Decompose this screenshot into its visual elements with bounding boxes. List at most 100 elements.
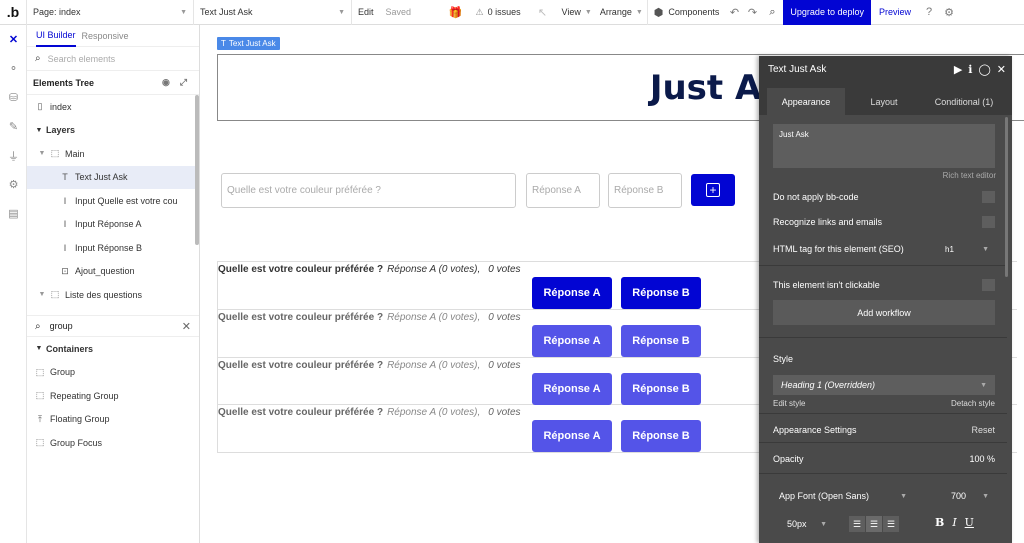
filter-value: group (49, 321, 73, 331)
property-editor-header[interactable]: Text Just Ask ▶ ℹ ◯ ✕ (759, 56, 1012, 83)
tree-item-text-just-ask[interactable]: T Text Just Ask (27, 165, 199, 189)
underline-icon[interactable]: U (965, 516, 974, 529)
upgrade-deploy-button[interactable]: Upgrade to deploy (783, 0, 871, 25)
align-left-icon[interactable]: ☰ (849, 516, 865, 532)
help-icon[interactable]: ? (919, 0, 939, 25)
view-menu[interactable]: View ▼ (558, 0, 596, 25)
bubble-logo[interactable]: .b (0, 0, 27, 25)
style-label: Style (773, 354, 794, 364)
rich-text-editor-link[interactable]: Rich text editor (943, 171, 996, 180)
info-icon[interactable]: ℹ (968, 63, 972, 76)
container-filter[interactable]: ⌕ group ✕ (27, 315, 199, 337)
close-icon[interactable]: ✕ (182, 320, 191, 333)
add-workflow-button[interactable]: Add workflow (773, 300, 995, 325)
plugins-icon[interactable]: ⏚ (0, 141, 27, 170)
vote-a-button[interactable]: Réponse A (532, 372, 612, 405)
components-label: Components (668, 7, 720, 17)
font-family-select[interactable]: App Font (Open Sans) ▼ (773, 486, 913, 506)
align-center-icon[interactable]: ☰ (866, 516, 882, 532)
issues-indicator[interactable]: ⚠ 0 issues (470, 0, 528, 25)
tree-item-input-answer-b[interactable]: I Input Réponse B (27, 236, 199, 260)
opacity-value[interactable]: 100 % (969, 454, 995, 464)
containers-header[interactable]: ▼ Containers (27, 337, 199, 361)
text-content-field[interactable]: Just Ask (773, 124, 995, 168)
tree-item-main[interactable]: ▼ ⬚ Main (27, 142, 199, 166)
arrange-menu[interactable]: Arrange ▼ (596, 0, 647, 25)
reset-link[interactable]: Reset (971, 425, 995, 435)
not-clickable-checkbox[interactable] (982, 279, 995, 291)
tab-responsive[interactable]: Responsive (82, 25, 129, 47)
tab-appearance[interactable]: Appearance (767, 88, 845, 115)
close-icon[interactable]: ✕ (997, 63, 1006, 76)
vote-a-button[interactable]: Réponse A (532, 324, 612, 357)
vote-a-button[interactable]: Réponse A (532, 420, 612, 453)
components-button[interactable]: ⬢ Components (648, 0, 726, 25)
container-floating-group[interactable]: ⤒ Floating Group (27, 408, 199, 432)
tab-conditional[interactable]: Conditional (1) (923, 88, 1005, 115)
font-weight-select[interactable]: 700 ▼ (929, 486, 995, 506)
vote-b-button[interactable]: Réponse B (621, 420, 701, 453)
styles-icon[interactable]: ✎ (0, 112, 27, 141)
recognize-links-checkbox[interactable] (982, 216, 995, 228)
play-icon[interactable]: ▶ (954, 63, 962, 76)
eye-icon[interactable]: ◉ (162, 77, 170, 88)
container-group[interactable]: ⬚ Group (27, 361, 199, 385)
answer-votes: Réponse A (0 votes), (387, 407, 481, 419)
text-icon: T (62, 172, 68, 183)
preview-button[interactable]: Preview (871, 0, 919, 25)
question-label: Quelle est votre couleur préférée ? (218, 407, 384, 419)
redo-icon[interactable]: ↷ (743, 0, 761, 25)
tree-item-ajout-question[interactable]: ⊡ Ajout_question (27, 260, 199, 284)
gift-icon[interactable]: 🎁 (442, 0, 470, 25)
scrollbar[interactable] (195, 95, 199, 245)
chevron-down-icon: ▼ (982, 245, 989, 253)
tab-layout[interactable]: Layout (845, 88, 923, 115)
container-repeating-group[interactable]: ⬚ Repeating Group (27, 384, 199, 408)
expand-icon[interactable]: ⤢ (180, 77, 187, 88)
comment-icon[interactable]: ◯ (978, 63, 990, 76)
container-group-focus[interactable]: ⬚ Group Focus (27, 431, 199, 455)
edit-style-link[interactable]: Edit style (773, 399, 805, 408)
vote-b-button[interactable]: Réponse B (621, 277, 701, 309)
input-icon: I (63, 219, 67, 230)
tab-ui-builder[interactable]: UI Builder (36, 25, 76, 47)
undo-icon[interactable]: ↶ (725, 0, 743, 25)
triangle-right-icon: ▼ (38, 291, 46, 299)
scrollbar[interactable] (1005, 117, 1008, 277)
element-search[interactable]: ⌕ Search elements (27, 47, 199, 71)
data-icon[interactable]: ⛁ (0, 83, 27, 112)
design-icon[interactable]: ✕ (0, 25, 27, 54)
add-question-button[interactable]: + (691, 174, 735, 206)
italic-icon[interactable]: I (952, 516, 956, 529)
tree-item-input-question[interactable]: I Input Quelle est votre cou (27, 189, 199, 213)
tree-item-liste-questions[interactable]: ▼ ⬚ Liste des questions (27, 283, 199, 307)
font-size-select[interactable]: 50px ▼ (773, 514, 833, 534)
element-selector-label: Text Just Ask (200, 7, 253, 17)
page-selector[interactable]: Page: index ▼ (27, 0, 193, 25)
vote-b-button[interactable]: Réponse B (621, 372, 701, 405)
no-bbcode-checkbox[interactable] (982, 191, 995, 203)
page-icon: ▯ (37, 101, 43, 112)
mode-edit[interactable]: Edit (352, 0, 380, 25)
tree-item-index[interactable]: ▯ index (27, 95, 199, 119)
tree-item-input-answer-a[interactable]: I Input Réponse A (27, 213, 199, 237)
align-right-icon[interactable]: ☰ (883, 516, 899, 532)
workflow-icon[interactable]: ⚬ (0, 54, 27, 83)
logs-icon[interactable]: ▤ (0, 199, 27, 228)
tree-item-layers[interactable]: ▼ Layers (27, 119, 199, 143)
vote-b-button[interactable]: Réponse B (621, 324, 701, 357)
answer-b-input[interactable]: Réponse B (608, 173, 682, 208)
html-tag-select[interactable]: h1 ▼ (939, 240, 995, 258)
element-selector[interactable]: Text Just Ask ▼ (194, 0, 351, 25)
answer-a-input[interactable]: Réponse A (526, 173, 600, 208)
bold-icon[interactable]: B (935, 516, 944, 529)
settings-icon[interactable]: ⚙ (0, 170, 27, 199)
mode-edit-label: Edit (358, 7, 374, 17)
settings-icon[interactable]: ⚙ (939, 0, 959, 25)
style-select[interactable]: Heading 1 (Overridden) ▼ (773, 375, 995, 395)
search-icon[interactable]: ⌕ (761, 0, 783, 25)
detach-style-link[interactable]: Detach style (951, 399, 995, 408)
inspect-icon[interactable]: ↖ (528, 0, 558, 25)
vote-a-button[interactable]: Réponse A (532, 277, 612, 309)
question-input[interactable]: Quelle est votre couleur préférée ? (221, 173, 516, 208)
